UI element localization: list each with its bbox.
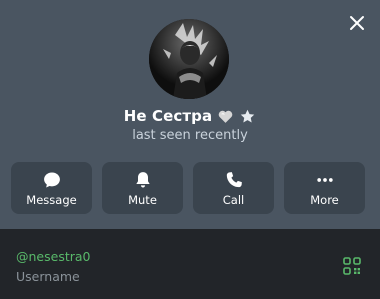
avatar-image [149,19,229,99]
avatar[interactable] [149,19,229,99]
heart-emoji-icon [217,108,234,125]
name-row: Не Сестра [0,105,380,127]
call-label: Call [222,193,245,207]
star-icon[interactable] [239,108,256,125]
more-button[interactable]: More [284,162,365,214]
qr-code-button[interactable] [343,257,361,275]
last-seen-status: last seen recently [132,128,248,143]
mute-button[interactable]: Mute [102,162,183,214]
message-button[interactable]: Message [11,162,92,214]
qr-code-icon [343,257,361,275]
close-icon [350,16,364,30]
action-buttons: Message Mute Call More [11,162,365,214]
more-dots-icon [316,178,333,182]
username-link[interactable]: @nesestra0 [16,249,90,264]
message-label: Message [26,193,77,207]
mute-label: Mute [128,193,157,207]
info-section: @nesestra0 Username [0,229,380,299]
profile-name: Не Сестра [123,107,213,125]
username-caption: Username [16,269,80,284]
phone-icon [226,172,242,188]
close-button[interactable] [344,10,370,36]
more-label: More [310,193,339,207]
call-button[interactable]: Call [193,162,274,214]
message-icon [43,172,60,188]
profile-header: Не Сестра last seen recently Message Mut… [0,0,380,229]
bell-icon [135,172,150,188]
profile-panel: Не Сестра last seen recently Message Mut… [0,0,380,299]
